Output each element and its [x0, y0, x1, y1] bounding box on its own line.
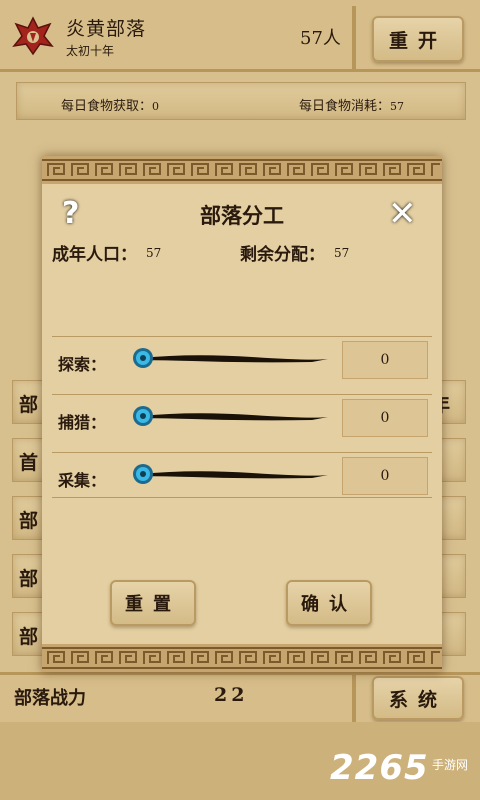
adult-population-label: 成年人口：: [52, 245, 137, 265]
remaining-allocation-label: 剩余分配：: [240, 245, 325, 265]
dialog-border-bottom: [42, 644, 442, 672]
job-label: 探索：: [58, 355, 107, 374]
watermark-subtext: 手游网: [432, 758, 469, 772]
population-count: 57人: [300, 28, 341, 49]
job-label: 采集：: [58, 471, 107, 490]
close-icon[interactable]: ✕: [388, 194, 417, 234]
gather-value-input[interactable]: 0: [342, 457, 428, 495]
explore-slider[interactable]: [132, 347, 332, 369]
dialog-border-top: [42, 156, 442, 184]
food-cost-value: 57: [390, 100, 405, 113]
hunt-value-input[interactable]: 0: [342, 399, 428, 437]
food-info-bar: 每日食物获取：0 每日食物消耗：57: [16, 82, 466, 120]
tribe-power-label: 部落战力: [14, 688, 86, 709]
header-divider: [352, 6, 356, 70]
tribe-name: 炎黄部落: [66, 18, 147, 40]
job-row-explore: 探索： 0: [52, 336, 432, 382]
adult-population-value: 57: [146, 246, 162, 260]
reset-button[interactable]: 重置: [110, 580, 196, 626]
era-label: 太初十年: [66, 44, 115, 58]
job-row-gather: 采集： 0: [52, 452, 432, 498]
dialog-title: 部落分工: [200, 203, 284, 228]
remaining-allocation-value: 57: [334, 246, 350, 260]
tribe-power-value: 22: [214, 684, 249, 706]
confirm-button[interactable]: 确认: [286, 580, 372, 626]
daily-food-gain: 每日食物获取：0: [61, 95, 159, 114]
daily-food-cost: 每日食物消耗：57: [299, 95, 404, 114]
system-button[interactable]: 系统: [372, 676, 464, 720]
bottom-divider: [352, 668, 356, 724]
food-gain-label: 每日食物获取：: [61, 99, 153, 114]
gather-slider[interactable]: [132, 463, 332, 485]
restart-button[interactable]: 重开: [372, 16, 464, 62]
job-row-hunt: 捕猎： 0: [52, 394, 432, 440]
food-cost-label: 每日食物消耗：: [299, 99, 391, 114]
watermark-logo: 2265: [330, 748, 429, 788]
hunt-slider[interactable]: [132, 405, 332, 427]
tribe-emblem-icon: [12, 16, 54, 56]
job-label: 捕猎：: [58, 413, 107, 432]
explore-value-input[interactable]: 0: [342, 341, 428, 379]
food-gain-value: 0: [152, 100, 160, 113]
labor-division-dialog: ? 部落分工 ✕ 成年人口： 57 剩余分配： 57 探索： 0 捕猎： 0 采…: [42, 156, 442, 672]
